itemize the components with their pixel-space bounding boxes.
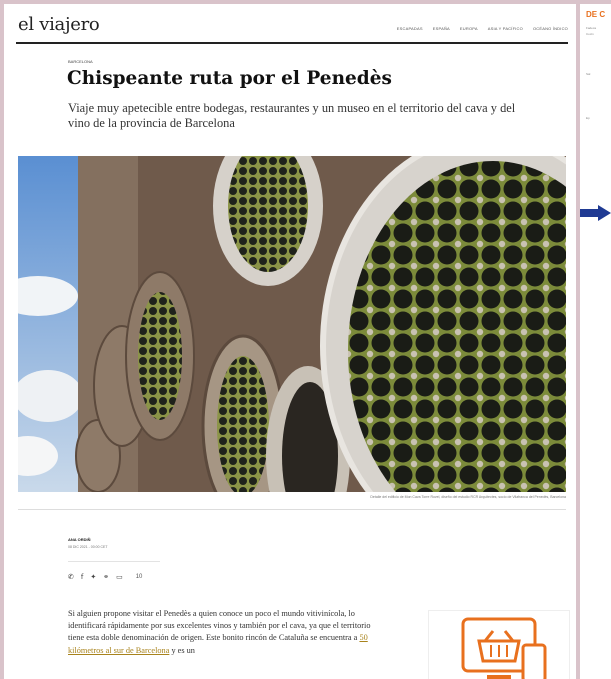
nav-item-asia[interactable]: ASIA Y PACÍFICO (488, 26, 523, 31)
share-divider (68, 561, 160, 562)
article-body: Si alguien propone visitar el Penedès a … (68, 608, 378, 657)
body-text-end: y es un (169, 645, 195, 655)
whatsapp-icon[interactable]: ✆ (68, 573, 74, 581)
nav-item-espana[interactable]: ESPAÑA (433, 26, 450, 31)
article-dek: Viaje muy apetecible entre bodegas, rest… (68, 101, 516, 130)
link-icon[interactable]: ⚭ (103, 573, 109, 581)
comment-icon[interactable]: ▭ (116, 573, 123, 581)
hero-image (18, 156, 566, 492)
publish-date: 08 DIC 2021 - 00:00 CET (68, 545, 108, 549)
ad-box[interactable] (428, 610, 570, 679)
site-header: el viajero ESCAPADAS ESPAÑA EUROPA ASIA … (16, 12, 568, 44)
article-headline: Chispeante ruta por el Penedès (67, 68, 392, 89)
facebook-icon[interactable]: f (81, 573, 83, 581)
arrow-right-icon[interactable] (580, 205, 611, 221)
sidebar-text-3: Sal (586, 72, 591, 76)
nav-item-escapadas[interactable]: ESCAPADAS (397, 26, 423, 31)
sidebar-text-4: Ep (586, 116, 590, 120)
top-nav: ESCAPADAS ESPAÑA EUROPA ASIA Y PACÍFICO … (397, 26, 568, 31)
right-sidebar: DE C Fadeca Cocin Sal Ep (580, 4, 611, 679)
hero-image-building (18, 156, 566, 492)
body-text-start: Si alguien propone visitar el Penedès a … (68, 609, 371, 643)
hero-caption: Detalle del edificio de Mon Cava Torre R… (370, 495, 566, 499)
comment-count[interactable]: 10 (136, 574, 143, 580)
nav-item-oceano[interactable]: OCÉANO ÍNDICO (533, 26, 568, 31)
nav-item-europa[interactable]: EUROPA (460, 26, 478, 31)
divider (18, 509, 566, 510)
site-logo[interactable]: el viajero (18, 14, 100, 35)
article-page: el viajero ESCAPADAS ESPAÑA EUROPA ASIA … (4, 4, 576, 679)
section-kicker[interactable]: BARCELONA (68, 59, 93, 64)
share-bar: ✆ f ✦ ⚭ ▭ 10 (68, 573, 142, 581)
shopping-basket-icon (461, 617, 547, 679)
sidebar-text-1: Fadeca (586, 26, 597, 30)
sidebar-logo[interactable]: DE C (586, 10, 611, 19)
sidebar-text-2: Cocin (586, 32, 594, 36)
author-name[interactable]: ANA ORDIÑ (68, 537, 91, 542)
twitter-icon[interactable]: ✦ (90, 573, 96, 581)
